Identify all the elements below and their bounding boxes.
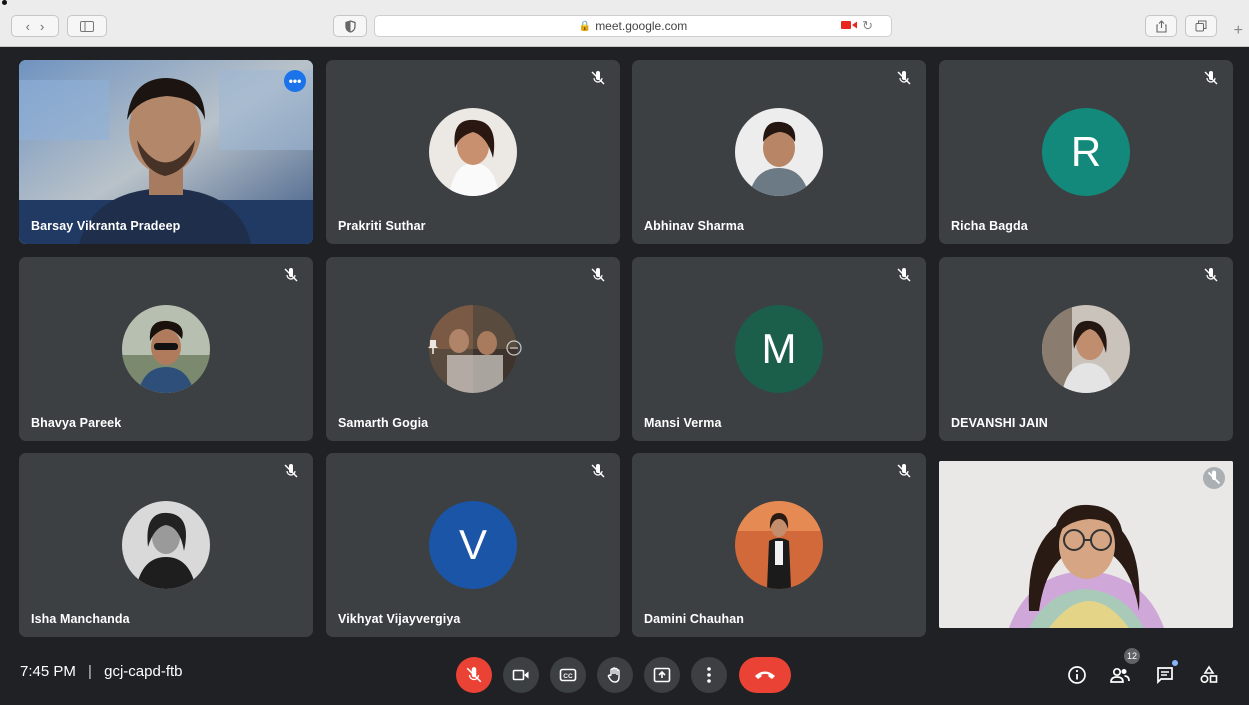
participant-avatar	[735, 501, 823, 589]
participant-name: Isha Manchanda	[31, 612, 130, 626]
mic-off-icon	[1203, 467, 1225, 489]
chat-notification-dot	[1172, 660, 1178, 666]
sidebar-icon	[80, 20, 94, 32]
sidebar-toggle-button[interactable]	[67, 15, 107, 37]
video-camera-icon	[512, 669, 529, 681]
participant-count-badge: 12	[1124, 648, 1140, 664]
mic-off-icon	[1204, 71, 1218, 85]
more-options-button[interactable]	[691, 657, 727, 693]
participant-name: You	[951, 603, 972, 617]
meeting-controls-bar: 7:45 PM | gcj-capd-ftb CC	[0, 643, 1249, 705]
participant-avatar-initial: V	[429, 501, 517, 589]
participant-avatar	[122, 305, 210, 393]
participant-avatar	[735, 108, 823, 196]
forward-icon[interactable]: ›	[40, 19, 44, 34]
participant-avatar	[429, 108, 517, 196]
meeting-info: 7:45 PM | gcj-capd-ftb	[20, 663, 183, 680]
mic-off-icon	[897, 71, 911, 85]
mic-off-icon	[466, 667, 482, 683]
participant-name: Vikhyat Vijayvergiya	[338, 612, 461, 626]
shapes-icon	[1200, 665, 1218, 684]
participant-avatar	[122, 501, 210, 589]
address-bar[interactable]: 🔒 meet.google.com ↻	[374, 15, 892, 37]
participant-name: Mansi Verma	[644, 416, 722, 430]
mic-off-icon	[897, 464, 911, 478]
hang-up-icon	[755, 671, 775, 679]
self-view-tile[interactable]: You	[939, 461, 1233, 628]
participant-tile[interactable]: Isha Manchanda	[19, 453, 313, 637]
captions-button[interactable]: CC	[550, 657, 586, 693]
participant-name: Damini Chauhan	[644, 612, 745, 626]
participant-name: Bhavya Pareek	[31, 416, 122, 430]
mic-off-icon	[897, 268, 911, 282]
participant-name: Samarth Gogia	[338, 416, 429, 430]
more-vert-icon	[707, 667, 711, 683]
back-forward-buttons[interactable]: ‹ ›	[11, 15, 59, 37]
lock-icon: 🔒	[578, 20, 592, 32]
participant-tile[interactable]: Abhinav Sharma	[632, 60, 926, 244]
participant-tile[interactable]: ••• Barsay Vikranta Pradeep	[19, 60, 313, 244]
tabs-icon	[1195, 20, 1207, 32]
camera-recording-icon[interactable]	[841, 20, 857, 30]
more-options-button[interactable]: •••	[284, 70, 306, 92]
participant-tile[interactable]: R Richa Bagda	[939, 60, 1233, 244]
raise-hand-button[interactable]	[597, 657, 633, 693]
current-time: 7:45 PM	[20, 663, 76, 680]
participant-avatar	[1042, 305, 1130, 393]
people-icon	[1110, 667, 1130, 683]
participant-name: Abhinav Sharma	[644, 219, 745, 233]
url-text: meet.google.com	[595, 19, 688, 33]
mic-off-icon	[1204, 268, 1218, 282]
chat-icon	[1157, 667, 1173, 685]
back-icon[interactable]: ‹	[26, 19, 30, 34]
separator: |	[88, 663, 92, 680]
participants-button[interactable]	[1108, 663, 1132, 687]
participant-name: Prakriti Suthar	[338, 219, 426, 233]
present-icon	[653, 667, 671, 683]
participant-name: DEVANSHI JAIN	[951, 416, 1048, 430]
meeting-details-button[interactable]	[1065, 663, 1089, 687]
camera-toggle-button[interactable]	[503, 657, 539, 693]
remove-icon[interactable]	[506, 340, 522, 356]
shield-icon	[344, 19, 356, 33]
participant-name: Richa Bagda	[951, 219, 1028, 233]
chat-button[interactable]	[1153, 663, 1177, 687]
info-icon	[1068, 666, 1086, 684]
pin-icon[interactable]	[426, 339, 440, 355]
participant-tile[interactable]: DEVANSHI JAIN	[939, 257, 1233, 441]
svg-text:CC: CC	[563, 673, 573, 680]
browser-toolbar: ‹ › 🔒 meet.google.com ↻ +	[0, 0, 1249, 47]
participant-avatar-initial: M	[735, 305, 823, 393]
mic-off-icon	[591, 71, 605, 85]
participant-tile[interactable]: Damini Chauhan	[632, 453, 926, 637]
participant-avatar-initial: R	[1042, 108, 1130, 196]
share-button[interactable]	[1145, 15, 1177, 37]
reload-icon[interactable]: ↻	[862, 18, 873, 34]
new-tab-plus-icon[interactable]: +	[1234, 22, 1243, 40]
participant-tile[interactable]: V Vikhyat Vijayvergiya	[326, 453, 620, 637]
activities-button[interactable]	[1197, 663, 1221, 687]
participant-tile[interactable]: Prakriti Suthar	[326, 60, 620, 244]
mic-off-icon	[284, 464, 298, 478]
participant-video	[19, 60, 313, 244]
mic-off-icon	[591, 464, 605, 478]
tabs-overview-button[interactable]	[1185, 15, 1217, 37]
present-screen-button[interactable]	[644, 657, 680, 693]
meeting-code: gcj-capd-ftb	[104, 663, 183, 680]
participant-avatar	[429, 305, 517, 393]
mic-off-icon	[591, 268, 605, 282]
window-dot	[2, 0, 7, 5]
participant-tile[interactable]: M Mansi Verma	[632, 257, 926, 441]
participant-tile[interactable]: Bhavya Pareek	[19, 257, 313, 441]
mic-off-icon	[284, 268, 298, 282]
privacy-shield-button[interactable]	[333, 15, 367, 37]
hand-icon	[607, 667, 620, 683]
share-icon	[1155, 19, 1167, 33]
microphone-toggle-button[interactable]	[456, 657, 492, 693]
closed-captions-icon: CC	[559, 668, 577, 682]
participant-name: Barsay Vikranta Pradeep	[31, 219, 181, 233]
leave-call-button[interactable]	[739, 657, 791, 693]
self-video	[939, 461, 1233, 628]
participant-tile[interactable]: Samarth Gogia	[326, 257, 620, 441]
